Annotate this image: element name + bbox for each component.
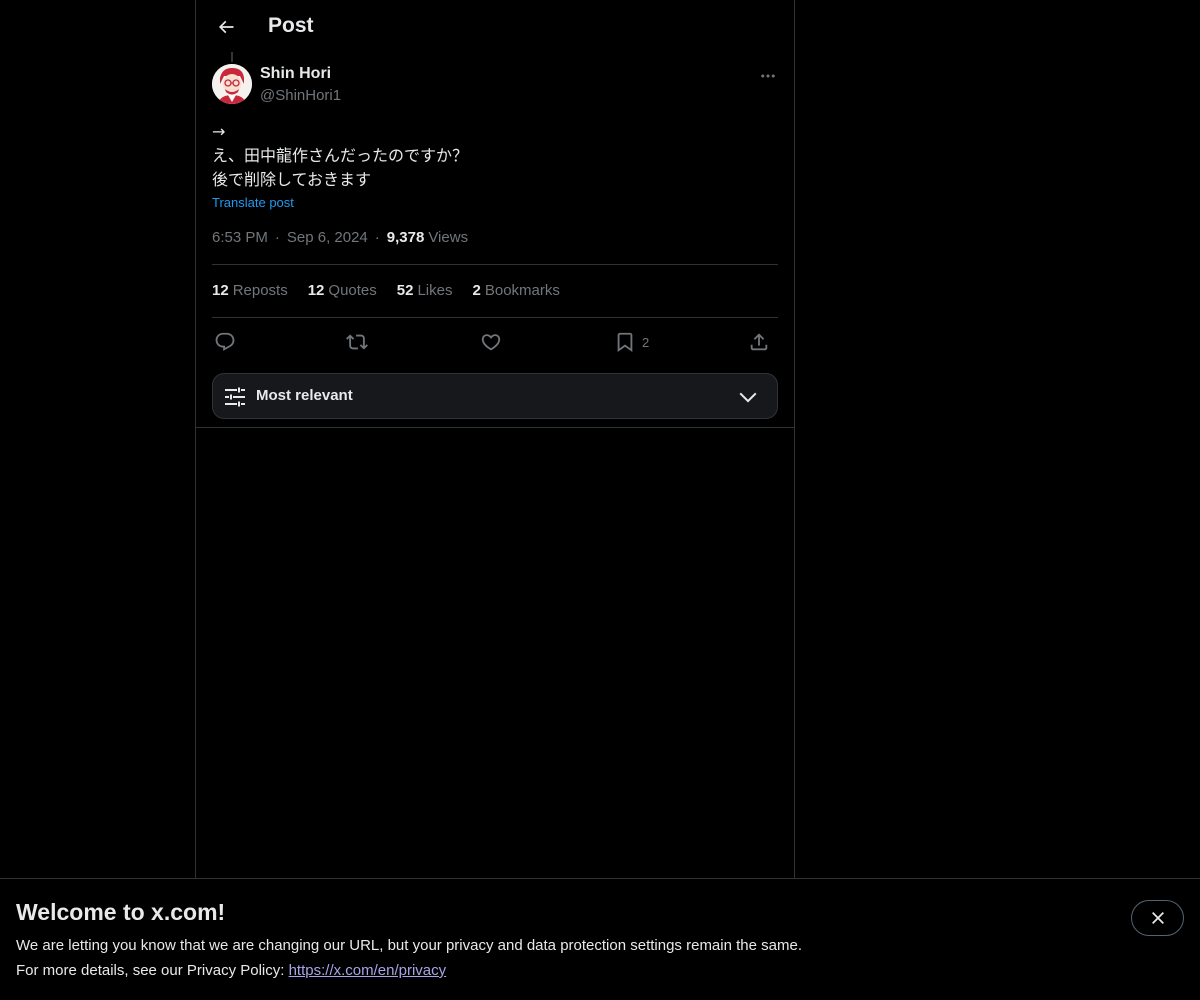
thread-connector-line xyxy=(231,52,233,62)
divider xyxy=(212,264,778,265)
quotes-stat[interactable]: 12 Quotes xyxy=(308,282,377,299)
reposts-count: 12 xyxy=(212,282,229,299)
author-name[interactable]: Shin Hori xyxy=(260,65,331,83)
repost-icon xyxy=(346,334,368,350)
welcome-banner: Welcome to x.com! We are letting you kno… xyxy=(0,878,1200,1000)
more-options-button[interactable] xyxy=(756,64,780,88)
page-title: Post xyxy=(268,14,314,37)
bookmarks-count: 2 xyxy=(472,282,481,299)
bookmark-icon xyxy=(617,332,633,353)
translate-post-link[interactable]: Translate post xyxy=(212,195,294,210)
post-text-line: 後で削除しておきます xyxy=(212,170,372,189)
share-button[interactable] xyxy=(748,328,770,356)
sliders-icon xyxy=(225,387,245,407)
post-stats: 12 Reposts 12 Quotes 52 Likes 2 Bookmarks xyxy=(212,282,580,299)
post-text: → え、田中龍作さんだったのですか？ 後で削除しておきます xyxy=(212,120,778,192)
primary-column: Post Shin Hori @ShinHori1 → え、田中龍作さんだったの… xyxy=(195,0,795,878)
separator-dot: · xyxy=(374,229,380,246)
banner-policy-line: For more details, see our Privacy Policy… xyxy=(16,962,446,979)
more-dots-icon xyxy=(761,74,775,78)
reposts-stat[interactable]: 12 Reposts xyxy=(212,282,288,299)
bookmark-action-count: 2 xyxy=(642,334,650,350)
arrow-left-icon xyxy=(218,20,234,34)
post-date[interactable]: Sep 6, 2024 xyxy=(287,229,368,246)
post-actions: 2 xyxy=(212,328,778,356)
like-button[interactable] xyxy=(480,328,502,356)
separator-dot: · xyxy=(274,229,280,246)
bookmarks-label: Bookmarks xyxy=(484,282,560,299)
post-text-line: え、田中龍作さんだったのですか？ xyxy=(212,146,469,165)
sort-label: Most relevant xyxy=(256,387,353,404)
views-label: Views xyxy=(428,229,469,246)
chevron-down-icon xyxy=(739,392,757,403)
banner-title: Welcome to x.com! xyxy=(16,899,226,925)
reposts-label: Reposts xyxy=(232,282,288,299)
post-time[interactable]: 6:53 PM xyxy=(212,229,268,246)
quotes-count: 12 xyxy=(307,282,325,299)
privacy-policy-link[interactable]: https://x.com/en/privacy xyxy=(289,962,447,979)
likes-stat[interactable]: 52 Likes xyxy=(397,282,453,299)
post-meta: 6:53 PM · Sep 6, 2024 · 9,378 Views xyxy=(212,229,468,246)
author-handle[interactable]: @ShinHori1 xyxy=(260,87,341,104)
bookmarks-stat[interactable]: 2 Bookmarks xyxy=(473,282,560,299)
likes-count: 52 xyxy=(396,282,414,299)
bookmark-button[interactable]: 2 xyxy=(614,328,649,356)
quotes-label: Quotes xyxy=(328,282,377,299)
divider xyxy=(196,427,794,428)
like-icon xyxy=(481,334,501,351)
banner-message: We are letting you know that we are chan… xyxy=(16,937,802,954)
share-icon xyxy=(750,333,768,351)
avatar[interactable] xyxy=(212,64,252,104)
repost-button[interactable] xyxy=(346,328,368,356)
reply-sort-dropdown[interactable]: Most relevant xyxy=(212,373,778,419)
banner-policy-prefix: For more details, see our Privacy Policy… xyxy=(16,962,289,979)
post-text-line: → xyxy=(212,122,226,141)
page-header: Post xyxy=(196,0,794,54)
likes-label: Likes xyxy=(417,282,453,299)
close-banner-button[interactable] xyxy=(1131,900,1184,936)
reply-icon xyxy=(215,332,235,351)
divider xyxy=(212,317,778,318)
close-icon xyxy=(1151,912,1164,924)
views-count: 9,378 xyxy=(386,229,425,246)
reply-button[interactable] xyxy=(214,328,236,356)
back-button[interactable] xyxy=(208,9,244,45)
avatar-image xyxy=(212,64,252,104)
